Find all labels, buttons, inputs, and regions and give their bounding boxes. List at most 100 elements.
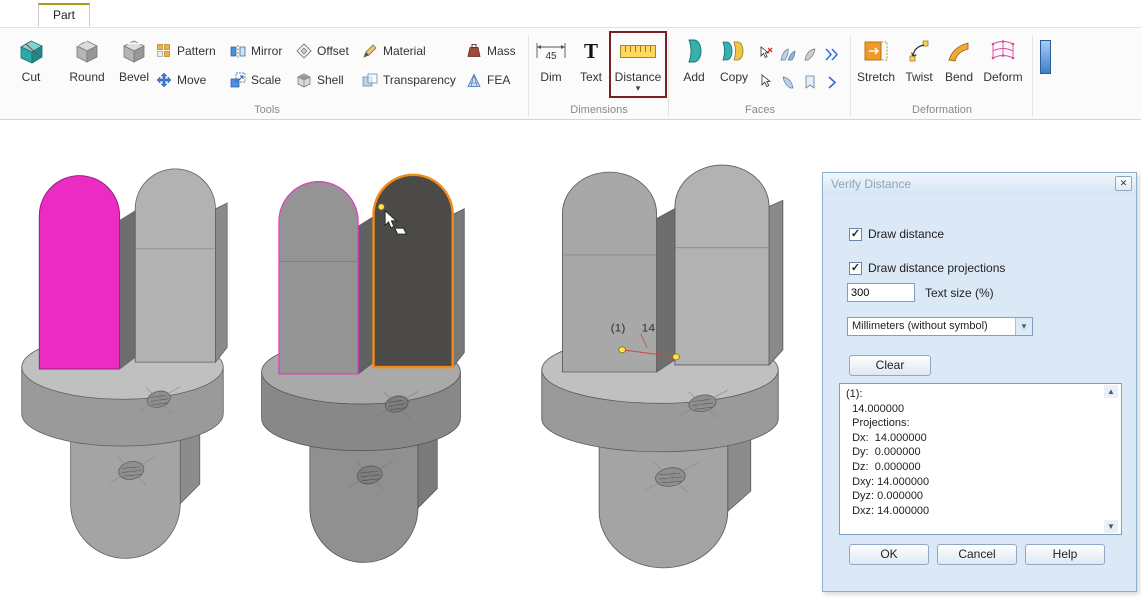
group-divider xyxy=(528,36,529,116)
copy-face-icon xyxy=(721,35,747,67)
distance-label: Distance xyxy=(615,70,662,84)
cursor-icon xyxy=(758,74,774,90)
clear-button[interactable]: Clear xyxy=(849,355,931,376)
close-icon[interactable]: ✕ xyxy=(1115,176,1132,191)
svg-text:45: 45 xyxy=(545,51,557,62)
bevel-icon xyxy=(120,35,148,67)
deform-icon xyxy=(990,35,1016,67)
scale-label: Scale xyxy=(251,73,281,87)
move-icon xyxy=(156,72,172,88)
face-petal-flip-button[interactable] xyxy=(780,72,796,92)
cut-button[interactable]: Cut xyxy=(6,32,56,98)
ok-button[interactable]: OK xyxy=(849,544,929,565)
copy-face-button[interactable]: Copy xyxy=(714,32,754,98)
shell-button[interactable]: Shell xyxy=(296,70,344,90)
material-button[interactable]: Material xyxy=(362,41,426,61)
dialog-title: Verify Distance xyxy=(831,177,911,191)
bend-button[interactable]: Bend xyxy=(940,32,978,98)
tab-part[interactable]: Part xyxy=(38,3,90,27)
face-bookmark-button[interactable] xyxy=(802,72,818,92)
cancel-button[interactable]: Cancel xyxy=(937,544,1017,565)
pattern-button[interactable]: Pattern xyxy=(156,41,216,61)
twist-icon xyxy=(907,35,931,67)
dialog-titlebar[interactable]: Verify Distance xyxy=(823,173,1136,195)
shell-icon xyxy=(296,72,312,88)
cut-icon xyxy=(16,35,46,67)
group-label-faces: Faces xyxy=(670,104,850,119)
copy-face-label: Copy xyxy=(720,70,748,84)
bevel-button[interactable]: Bevel xyxy=(112,32,156,98)
mass-label: Mass xyxy=(487,44,516,58)
ribbon: Cut Round Beve xyxy=(0,27,1141,120)
round-label: Round xyxy=(69,70,104,84)
distance-button[interactable]: Distance ▾ xyxy=(612,32,664,98)
bevel-label: Bevel xyxy=(119,70,149,84)
draw-distance-checkbox-row[interactable]: ✓ Draw distance xyxy=(849,227,944,241)
stretch-label: Stretch xyxy=(857,70,895,84)
text-size-input[interactable] xyxy=(847,283,915,302)
move-button[interactable]: Move xyxy=(156,70,206,90)
add-face-button[interactable]: Add xyxy=(676,32,712,98)
pattern-label: Pattern xyxy=(177,44,216,58)
part-view-3[interactable]: (1) 14 xyxy=(528,158,792,582)
measurement-id-label: (1) xyxy=(611,323,626,334)
offset-button[interactable]: Offset xyxy=(296,41,349,61)
stretch-button[interactable]: Stretch xyxy=(854,32,898,98)
scale-icon xyxy=(230,72,246,88)
petal-pair-icon xyxy=(780,46,796,62)
scroll-down-icon[interactable]: ▼ xyxy=(1104,520,1118,533)
shell-label: Shell xyxy=(317,73,344,87)
cut-label: Cut xyxy=(22,70,41,84)
mass-button[interactable]: Mass xyxy=(466,41,516,61)
petal-icon xyxy=(802,46,818,62)
fea-icon xyxy=(466,72,482,88)
help-button[interactable]: Help xyxy=(1025,544,1105,565)
dim-label: Dim xyxy=(540,70,561,84)
draw-projections-label: Draw distance projections xyxy=(868,261,1005,275)
face-petal-button[interactable] xyxy=(802,44,818,64)
text-button[interactable]: T Text xyxy=(572,32,610,98)
face-chevron-double-button[interactable] xyxy=(824,44,840,64)
group-label-dimensions: Dimensions xyxy=(530,104,668,119)
face-chevron-button[interactable] xyxy=(824,72,840,92)
distance-dropdown-caret-icon[interactable]: ▾ xyxy=(636,84,641,92)
selected-face-orange[interactable] xyxy=(374,175,453,367)
offset-label: Offset xyxy=(317,44,349,58)
checkbox-checked-icon[interactable]: ✓ xyxy=(849,262,862,275)
dropdown-arrow-icon[interactable]: ▾ xyxy=(1015,318,1032,335)
dim-icon: 45 xyxy=(535,35,567,67)
mirror-button[interactable]: Mirror xyxy=(230,41,282,61)
twist-button[interactable]: Twist xyxy=(900,32,938,98)
units-dropdown[interactable]: Millimeters (without symbol) ▾ xyxy=(847,317,1033,336)
petal-flip-icon xyxy=(780,74,796,90)
dim-button[interactable]: 45 Dim xyxy=(532,32,570,98)
results-box[interactable]: (1): 14.000000 Projections: Dx: 14.00000… xyxy=(839,383,1122,535)
material-icon xyxy=(362,43,378,59)
checkbox-checked-icon[interactable]: ✓ xyxy=(849,228,862,241)
transparency-button[interactable]: Transparency xyxy=(362,70,456,90)
face-cursor-x-button[interactable] xyxy=(758,44,774,64)
bend-icon xyxy=(947,35,971,67)
cursor-x-icon xyxy=(758,46,774,62)
units-selected-value: Millimeters (without symbol) xyxy=(852,320,988,332)
part-view-2[interactable] xyxy=(250,168,472,576)
snap-point-dot xyxy=(378,204,384,210)
scroll-up-icon[interactable]: ▲ xyxy=(1104,385,1118,398)
part-view-1[interactable] xyxy=(10,162,235,572)
double-chevron-icon xyxy=(824,46,840,62)
transparency-label: Transparency xyxy=(383,73,456,87)
draw-projections-checkbox-row[interactable]: ✓ Draw distance projections xyxy=(849,261,1005,275)
mass-icon xyxy=(466,43,482,59)
stretch-icon xyxy=(863,35,889,67)
fea-button[interactable]: FEA xyxy=(466,70,510,90)
round-button[interactable]: Round xyxy=(62,32,112,98)
pattern-icon xyxy=(156,43,172,59)
face-petal-pair-button[interactable] xyxy=(780,44,796,64)
bend-label: Bend xyxy=(945,70,973,84)
group-label-deformation: Deformation xyxy=(852,104,1032,119)
highlighted-face-magenta[interactable] xyxy=(39,176,119,369)
scale-button[interactable]: Scale xyxy=(230,70,281,90)
face-cursor-button[interactable] xyxy=(758,72,774,92)
deform-button[interactable]: Deform xyxy=(980,32,1026,98)
measurement-value-label: 14 xyxy=(642,323,655,334)
